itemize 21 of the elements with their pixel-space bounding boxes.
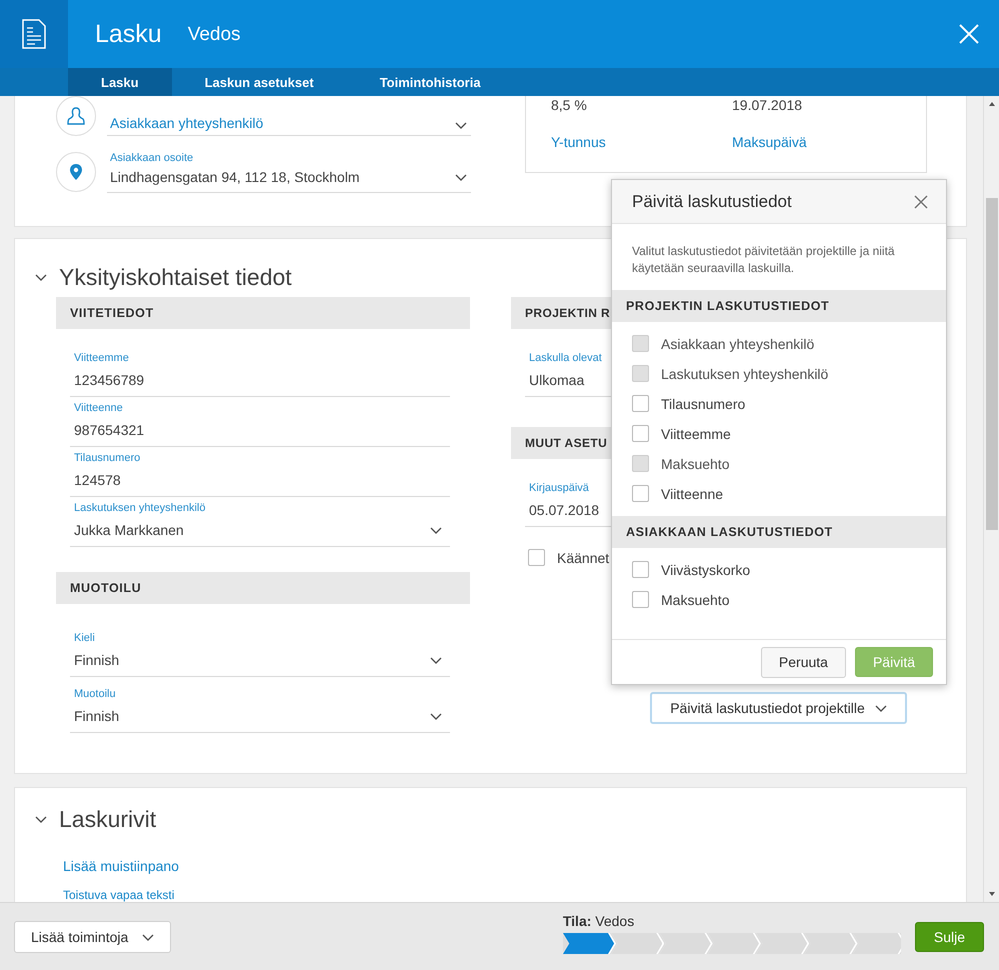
group-heading: MUOTOILU [56,572,470,604]
status-text: Tila: Vedos [562,913,636,929]
section-title: Yksityiskohtaiset tiedot [59,264,292,290]
checkbox-label: Viitteenne [661,486,724,502]
window-subtitle: Vedos [188,24,241,46]
dialog-description: Valitut laskutustiedot päivitetään projektille ja niitä käytetään seuraavilla laskuilla. [632,243,896,277]
checkbox-label: Viivästyskorko [661,562,750,578]
window-title: Lasku [95,20,162,48]
checkbox-label: Viitteemme [661,426,731,442]
checkbox-label: Tilausnumero [661,396,746,412]
summary-value: 19.07.2018 [732,97,804,113]
checkbox-label: Maksuehto [661,592,730,608]
checkbox-label: Laskutuksen yhteyshenkilö [661,366,828,382]
group-heading: ASIAKKAAN LASKUTUSTIEDOT [612,516,946,548]
checkbox-label: Käännet [557,550,610,566]
dialog-title: Päivitä laskutustiedot [632,192,792,212]
checkbox-label: Asiakkaan yhteyshenkilö [661,336,814,352]
summary-value: 8,5 % [551,97,588,113]
section-title: Laskurivit [59,806,156,832]
group-heading: PROJEKTIN LASKUTUSTIEDOT [612,290,946,322]
group-heading: VIITETIEDOT [56,297,470,329]
